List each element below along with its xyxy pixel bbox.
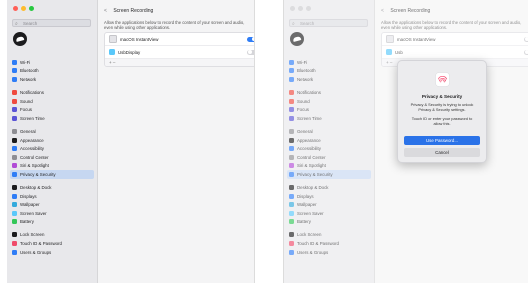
bluetooth-icon — [12, 68, 17, 74]
app-row: macOS InstantView — [105, 33, 254, 46]
sidebar-item-screen-time[interactable]: Screen Time — [10, 114, 94, 123]
usb-display-icon — [109, 49, 115, 55]
window-controls — [13, 6, 34, 11]
sidebar: ⌕ Search Wi-Fi Bluetooth Network Notificati… — [7, 0, 98, 283]
app-name: UsbDisplay — [118, 49, 141, 55]
sidebar-item-label: Lock Screen — [20, 232, 45, 238]
zoom-window-button[interactable] — [29, 6, 34, 11]
screen-saver-icon — [12, 210, 17, 216]
sidebar-item-label: Wallpaper — [20, 202, 40, 208]
sidebar-item-label: Screen Saver — [20, 210, 47, 216]
app-row: UsbDisplay — [105, 46, 254, 59]
use-password-button[interactable]: Use Password... — [404, 136, 480, 145]
touch-id-icon — [12, 241, 17, 247]
control-center-icon — [12, 154, 17, 160]
sidebar-item-notifications[interactable]: Notifications — [10, 88, 94, 97]
sidebar-item-wi-fi[interactable]: Wi-Fi — [10, 58, 94, 67]
sidebar-item-label: Control Center — [20, 154, 49, 160]
settings-window-left: ⌕ Search Wi-Fi Bluetooth Network Notificati… — [7, 0, 255, 283]
sidebar-item-sound[interactable]: Sound — [10, 97, 94, 106]
search-icon: ⌕ — [15, 21, 18, 27]
sidebar-item-label: Wi-Fi — [20, 59, 31, 65]
siri-icon — [12, 163, 17, 169]
sidebar-item-label: General — [20, 128, 36, 134]
wifi-icon — [12, 59, 17, 65]
dialog-touch-prompt: Touch ID or enter your password to allow… — [411, 116, 473, 126]
sidebar-item-label: Users & Groups — [20, 249, 52, 255]
cancel-button[interactable]: Cancel — [404, 148, 480, 157]
battery-icon — [12, 219, 17, 225]
sidebar-item-displays[interactable]: Displays — [10, 192, 94, 201]
auth-dialog: Privacy & Security Privacy & Security is… — [397, 60, 487, 163]
sidebar-item-lock-screen[interactable]: Lock Screen — [10, 231, 94, 240]
sidebar-item-bluetooth[interactable]: Bluetooth — [10, 67, 94, 76]
app-name: macOS InstantView — [120, 36, 159, 42]
desktop-dock-icon — [12, 185, 17, 191]
apple-account-avatar[interactable] — [13, 32, 27, 46]
sidebar-item-label: Focus — [20, 107, 32, 113]
sidebar-item-accessibility[interactable]: Accessibility — [10, 144, 94, 153]
sidebar-menu: Wi-Fi Bluetooth Network Notifications Sound F… — [10, 58, 94, 256]
sidebar-item-focus[interactable]: Focus — [10, 105, 94, 114]
sidebar-item-wallpaper[interactable]: Wallpaper — [10, 200, 94, 209]
sidebar-item-network[interactable]: Network — [10, 75, 94, 84]
sidebar-item-label: Sound — [20, 98, 33, 104]
lock-screen-icon — [12, 232, 17, 238]
back-button[interactable]: < — [104, 8, 107, 14]
dialog-title: Privacy & Security — [421, 94, 463, 99]
users-groups-icon — [12, 249, 17, 255]
sidebar-item-label: Network — [20, 76, 37, 82]
minimize-window-button[interactable] — [21, 6, 26, 11]
sidebar-item-label: Notifications — [20, 90, 44, 96]
sidebar-item-label: Battery — [20, 219, 34, 225]
sidebar-item-label: Privacy & Security — [20, 171, 56, 177]
sidebar-item-general[interactable]: General — [10, 127, 94, 136]
app-toggle[interactable] — [247, 36, 254, 42]
sidebar-item-label: Accessibility — [20, 146, 44, 152]
app-toggle[interactable] — [247, 49, 254, 55]
page-header: < Screen Recording — [104, 8, 153, 14]
sidebar-item-label: Desktop & Dock — [20, 185, 52, 191]
focus-icon — [12, 107, 17, 113]
general-icon — [12, 128, 17, 134]
page-description: Allow the applications below to record t… — [104, 20, 245, 31]
sidebar-item-label: Screen Time — [20, 115, 45, 121]
sidebar-item-users-groups[interactable]: Users & Groups — [10, 248, 94, 257]
settings-window-right: ⌕ Search Wi-Fi Bluetooth Network Notificati… — [283, 0, 528, 283]
close-window-button[interactable] — [13, 6, 18, 11]
sidebar-item-label: Bluetooth — [20, 68, 39, 74]
search-placeholder: Search — [23, 21, 38, 26]
screen-time-icon — [12, 115, 17, 121]
appearance-icon — [12, 137, 17, 143]
dialog-message: Privacy & Security is trying to unlock P… — [410, 102, 474, 112]
sidebar-item-battery[interactable]: Battery — [10, 218, 94, 227]
network-icon — [12, 76, 17, 82]
page-title: Screen Recording — [113, 8, 154, 14]
displays-icon — [12, 193, 17, 199]
privacy-icon — [12, 171, 17, 177]
touch-id-icon — [435, 72, 450, 87]
sidebar-item-label: Displays — [20, 193, 37, 199]
sidebar-item-control-center[interactable]: Control Center — [10, 153, 94, 162]
search-input[interactable]: ⌕ Search — [12, 19, 91, 27]
sound-icon — [12, 98, 17, 104]
notifications-icon — [12, 90, 17, 96]
sidebar-item-label: Touch ID & Password — [20, 241, 62, 247]
app-list: macOS InstantView UsbDisplay + – — [104, 32, 254, 67]
content-pane: < Screen Recording Allow the application… — [98, 0, 254, 283]
sidebar-item-appearance[interactable]: Appearance — [10, 136, 94, 145]
sidebar-item-touch-id-password[interactable]: Touch ID & Password — [10, 239, 94, 248]
sidebar-item-label: Siri & Spotlight — [20, 163, 49, 169]
sidebar-item-privacy-security[interactable]: Privacy & Security — [10, 170, 94, 179]
sidebar-item-desktop-dock[interactable]: Desktop & Dock — [10, 183, 94, 192]
sidebar-item-screen-saver[interactable]: Screen Saver — [10, 209, 94, 218]
wallpaper-icon — [12, 202, 17, 208]
accessibility-icon — [12, 146, 17, 152]
app-window-icon — [109, 35, 117, 43]
sidebar-item-label: Appearance — [20, 137, 44, 143]
add-remove-buttons[interactable]: + – — [105, 59, 254, 66]
sidebar-item-siri-spotlight[interactable]: Siri & Spotlight — [10, 162, 94, 171]
